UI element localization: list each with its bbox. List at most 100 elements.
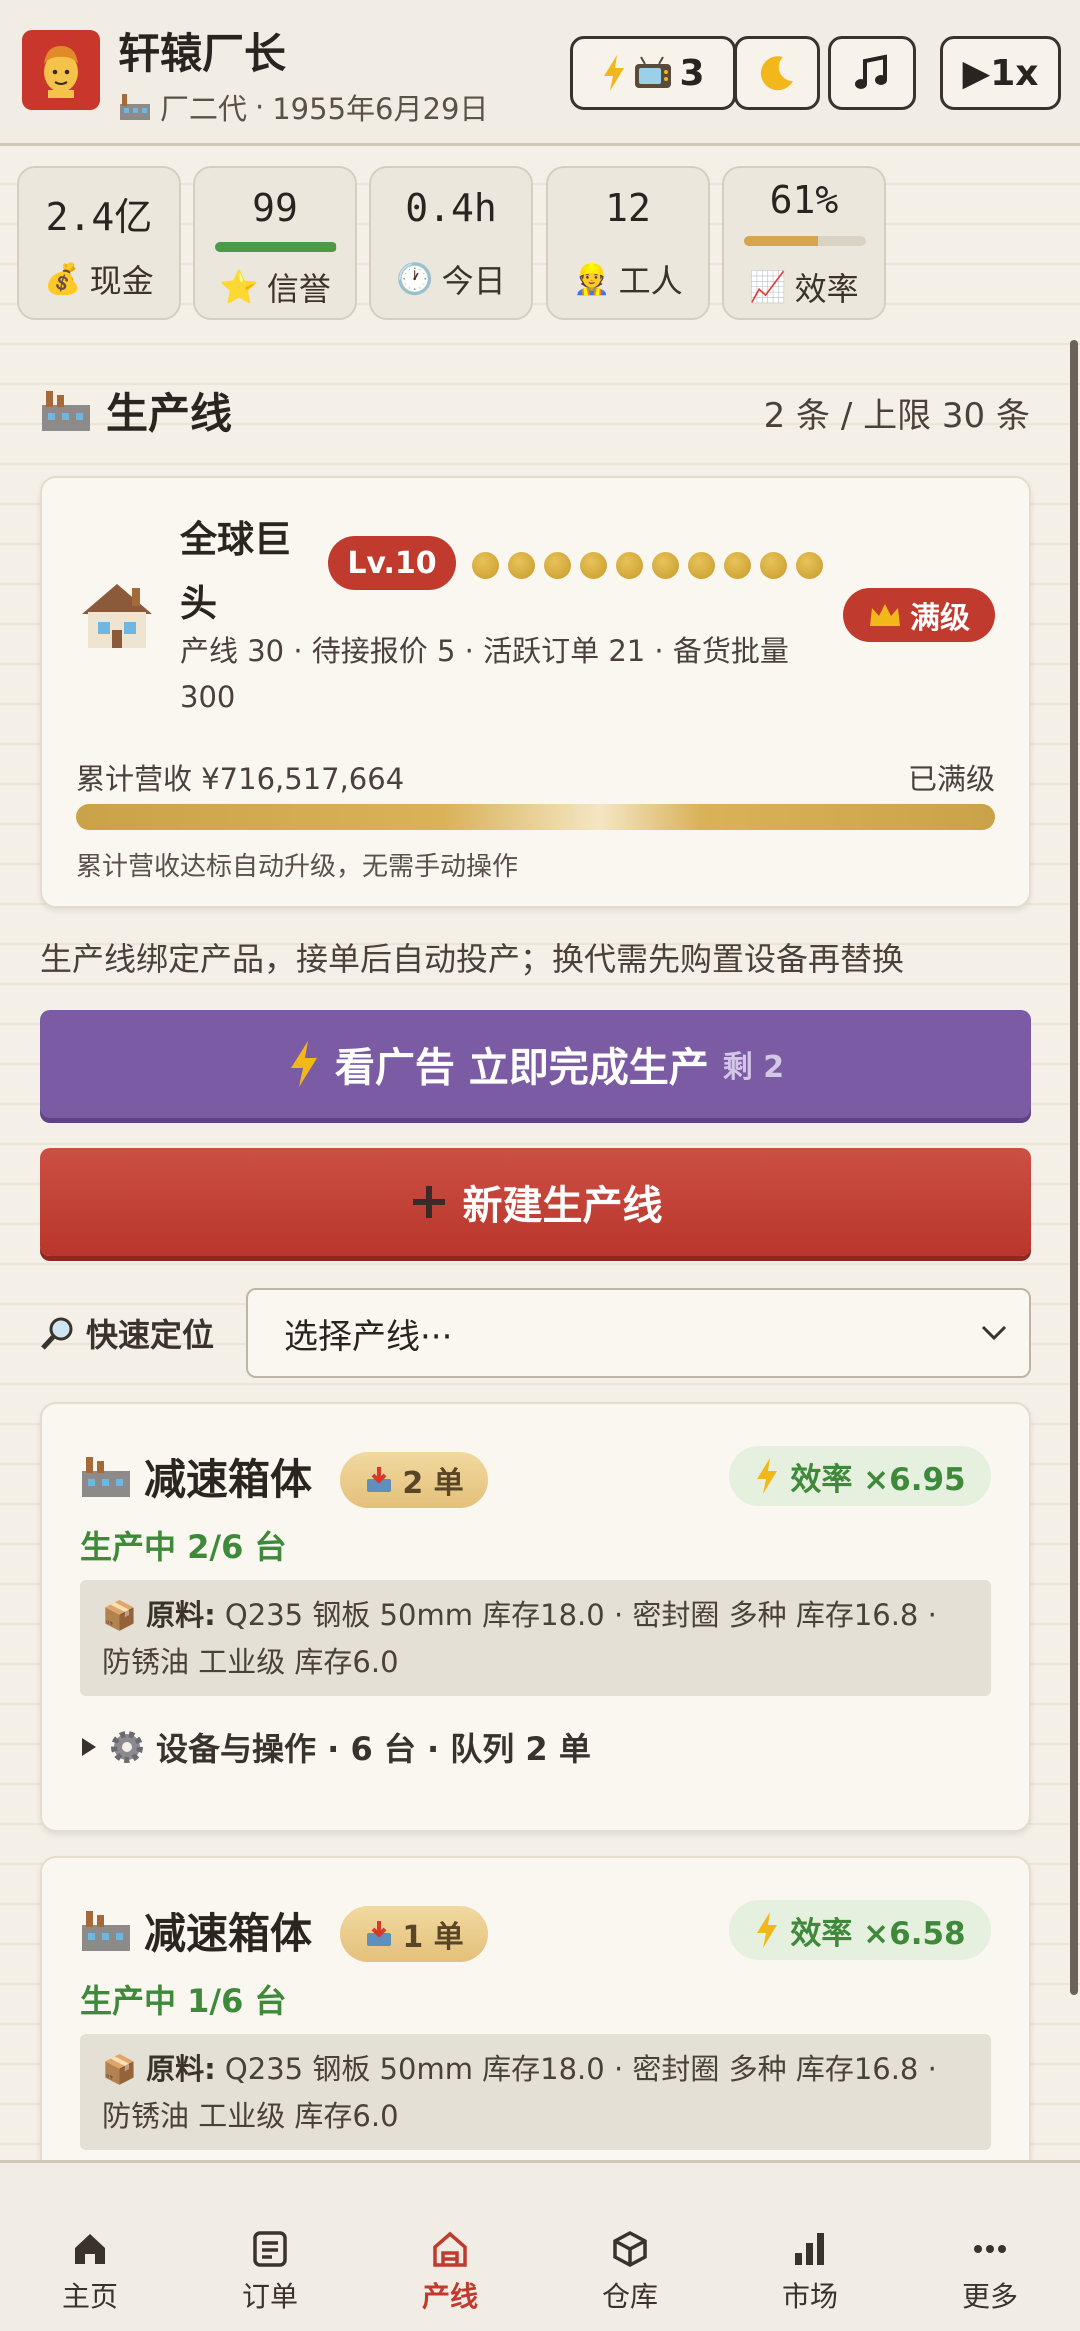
materials-box: 📦 原料: Q235 钢板 50mm 库存18.0 · 密封圈 多种 库存16.… <box>80 1580 991 1696</box>
nav-label: 更多 <box>961 2280 1018 2313</box>
equipment-toggle[interactable]: 设备与操作 · 6 台 · 队列 2 单 <box>80 1724 591 1770</box>
nav-label: 仓库 <box>601 2280 658 2313</box>
watch-ad-button[interactable]: 3 <box>570 36 736 110</box>
nav-label: 订单 <box>241 2280 298 2313</box>
scrollbar[interactable] <box>1070 340 1078 1995</box>
workers-label: 工人 <box>618 262 683 300</box>
factory-icon <box>82 1910 130 1951</box>
factory-icon <box>82 1456 130 1497</box>
efficiency-bar-fill <box>744 236 819 246</box>
watch-ad-finish-button[interactable]: 看广告 立即完成生产 剩 2 <box>40 1010 1031 1118</box>
line-select-placeholder: 选择产线··· <box>284 1316 453 1357</box>
level-dot <box>652 552 679 579</box>
crown-icon <box>870 604 900 626</box>
equipment-summary: 设备与操作 · 6 台 · 队列 2 单 <box>156 1730 591 1768</box>
music-button[interactable] <box>828 36 916 110</box>
lightning-icon <box>757 1912 778 1948</box>
section-title-text: 生产线 <box>106 389 233 438</box>
factory-nav-icon <box>433 2231 467 2267</box>
efficiency-pill: 效率 ×6.95 <box>729 1446 991 1506</box>
materials-label: 原料: <box>146 1598 216 1632</box>
materials-label: 原料: <box>146 2052 216 2086</box>
efficiency-value: 61% <box>769 178 839 222</box>
ad-button-label: 看广告 立即完成生产 <box>334 1045 709 1091</box>
plus-icon <box>412 1186 445 1218</box>
nav-label: 市场 <box>781 2280 838 2313</box>
workers-value: 12 <box>605 186 651 230</box>
stat-efficiency: 61% 📈 效率 <box>722 166 886 320</box>
line-count: 2 条 / 上限 30 条 <box>763 396 1030 436</box>
level-dot <box>796 552 823 579</box>
factory-icon <box>120 94 150 120</box>
line-title: 减速箱体 <box>80 1900 312 1961</box>
moon-icon <box>760 56 793 91</box>
stat-workers: 12 👷 工人 <box>546 166 710 320</box>
nav-market[interactable]: 市场 <box>750 2229 870 2315</box>
level-dot <box>472 552 499 579</box>
magnifier-icon <box>41 1317 73 1350</box>
speed-button[interactable]: ▶1x <box>940 36 1061 110</box>
production-status: 生产中 2/6 台 <box>80 1528 287 1566</box>
level-dot <box>508 552 535 579</box>
new-production-line-button[interactable]: 新建生产线 <box>40 1148 1031 1256</box>
cash-label: 现金 <box>89 262 154 300</box>
section-title: 生产线 <box>40 380 232 441</box>
nav-home[interactable]: 主页 <box>30 2229 150 2315</box>
stat-today: 0.4h 🕐 今日 <box>369 166 533 320</box>
company-tier-name: 全球巨头 <box>180 518 291 625</box>
production-line-hint: 生产线绑定产品，接单后自动投产；换代需先购置设备再替换 <box>40 940 905 978</box>
nav-more[interactable]: 更多 <box>930 2229 1050 2315</box>
box-icon: 📦 <box>102 2053 137 2086</box>
orders-icon <box>253 2231 287 2267</box>
level-dot <box>760 552 787 579</box>
efficiency-bar <box>744 236 866 246</box>
line-select-dropdown[interactable]: 选择产线··· <box>246 1288 1031 1378</box>
level-dot <box>724 552 751 579</box>
night-mode-button[interactable] <box>734 36 820 110</box>
gear-icon <box>111 1731 143 1763</box>
level-dot <box>580 552 607 579</box>
star-icon: ⭐ <box>219 268 259 306</box>
production-line-card[interactable]: 减速箱体 1 单 效率 ×6.58 生产中 1/6 台 📦 原料: Q235 钢… <box>40 1856 1031 2186</box>
role-text: 厂二代 <box>160 92 248 126</box>
money-bag-icon: 💰 <box>44 261 82 297</box>
order-count: 1 单 <box>402 1920 464 1955</box>
avatar[interactable] <box>22 30 100 110</box>
bars-icon <box>795 2233 824 2265</box>
reputation-label: 信誉 <box>266 270 331 308</box>
reputation-value: 99 <box>252 186 298 230</box>
revenue-row: 累计营收 ¥716,517,664 已满级 <box>76 756 995 798</box>
inbox-icon <box>367 1467 392 1492</box>
revenue-progress-bar <box>76 804 995 830</box>
efficiency-label: 效率 <box>794 270 859 308</box>
cash-value: 2.4亿 <box>45 195 153 239</box>
materials-list: Q235 钢板 50mm 库存18.0 · 密封圈 多种 库存16.8 · 防锈… <box>102 1598 937 1679</box>
separator: · <box>255 90 265 124</box>
order-count: 2 单 <box>402 1466 464 1501</box>
nav-production[interactable]: 产线 <box>390 2229 510 2315</box>
level-progress-dots <box>472 552 823 579</box>
tv-icon <box>635 56 672 88</box>
box-icon <box>613 2231 647 2267</box>
level-badge: Lv.10 <box>328 536 456 590</box>
nav-label: 产线 <box>421 2280 478 2313</box>
order-count-pill[interactable]: 2 单 <box>340 1452 488 1508</box>
clock-icon: 🕐 <box>396 261 434 297</box>
revenue-status: 已满级 <box>907 762 995 796</box>
production-line-card[interactable]: 减速箱体 2 单 效率 ×6.95 生产中 2/6 台 📦 原料: Q235 钢… <box>40 1402 1031 1832</box>
stat-reputation: 99 ⭐ 信誉 <box>193 166 357 320</box>
order-count-pill[interactable]: 1 单 <box>340 1906 488 1962</box>
chart-icon: 📈 <box>749 269 787 305</box>
top-header: 轩辕厂长 厂二代 · 1955年6月29日 3 ▶1x <box>0 0 1080 146</box>
quick-locate-label: 快速定位 <box>86 1316 215 1354</box>
today-value: 0.4h <box>405 186 497 230</box>
house-icon <box>82 584 152 648</box>
materials-list: Q235 钢板 50mm 库存18.0 · 密封圈 多种 库存16.8 · 防锈… <box>102 2052 937 2133</box>
lightning-icon <box>290 1041 317 1087</box>
quick-locate: 快速定位 <box>40 1310 214 1356</box>
nav-warehouse[interactable]: 仓库 <box>570 2229 690 2315</box>
level-description: 产线 30 · 待接报价 5 · 活跃订单 21 · 备货批量 300 <box>180 634 789 714</box>
nav-orders[interactable]: 订单 <box>210 2229 330 2315</box>
stat-cash: 2.4亿 💰 现金 <box>17 166 181 320</box>
music-note-icon <box>855 54 887 89</box>
